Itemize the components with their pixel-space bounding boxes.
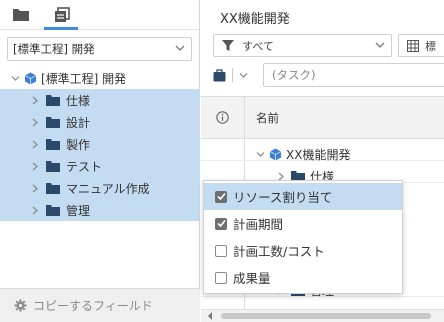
chevron-right-icon[interactable] [30,95,40,105]
filter-icon [222,39,234,51]
chevron-down-icon [375,42,385,48]
left-panel-tabs [0,0,199,30]
task-input-placeholder: (タスク) [272,68,316,82]
folder-tab[interactable] [12,6,30,24]
grid-header: 名前 [201,96,444,139]
project-select[interactable]: [標準工程] 開発 [7,37,192,61]
scroll-left-icon[interactable] [207,312,213,320]
filter-select[interactable]: すべて [213,34,392,57]
chevron-down-icon [239,72,248,78]
folder-icon [46,160,60,172]
horizontal-scrollbar[interactable] [201,309,444,322]
bag-icon [213,68,226,81]
tree-root-node[interactable]: [標準工程] 開発 [0,67,200,89]
tree-item[interactable]: テスト [0,155,200,177]
chevron-down-icon [175,45,185,51]
option-label: 計画期間 [233,217,284,232]
check-icon [216,219,226,228]
info-icon [216,111,229,124]
folder-icon [46,204,60,216]
tree-item-label: 設計 [66,115,91,130]
folder-icon [46,116,60,128]
tree-item-label: マニュアル作成 [66,181,150,196]
project-tree: [標準工程] 開発 仕様 設計 製作 テスト マニュアル作成 管理 [0,67,200,221]
view-button-label: 標 [425,39,436,53]
cube-icon [24,72,37,84]
copy-fields-button[interactable]: コピーするフィールド [0,288,200,322]
option-checkbox[interactable] [215,217,227,230]
folder-icon [46,138,60,150]
folder-icon [46,182,60,194]
chevron-right-icon[interactable] [30,139,40,149]
tree-item[interactable]: マニュアル作成 [0,177,200,199]
option-label: 計画工数/コスト [233,244,325,259]
grid-root-label: XX機能開発 [286,148,351,162]
active-tab-indicator [44,27,78,30]
info-column-header[interactable] [201,97,245,138]
grid-root-node[interactable]: XX機能開発 [256,146,350,163]
option-deliverable-amount[interactable]: 成果量 [204,264,402,291]
chevron-down-icon[interactable] [10,73,20,83]
option-plan-period[interactable]: 計画期間 [204,210,402,237]
column-options-dropdown: リソース割り当て 計画期間 計画工数/コスト 成果量 [203,180,403,294]
tree-item-label: 製作 [66,137,91,152]
filter-select-value: すべて [242,39,274,53]
gear-icon [14,299,27,312]
option-checkbox[interactable] [215,271,227,284]
option-resource-allocation[interactable]: リソース割り当て [204,183,402,210]
tree-item[interactable]: 製作 [0,133,200,155]
check-icon [216,192,226,201]
tree-item[interactable]: 仕様 [0,89,200,111]
view-button[interactable]: 標 [398,34,444,57]
page-title: XX機能開発 [220,12,290,27]
tree-item-label: 管理 [66,203,91,218]
folder-icon [13,9,29,21]
left-panel: [標準工程] 開発 [標準工程] 開発 仕様 設計 製作 テスト マニュアル作成… [0,0,200,322]
task-type-selector[interactable] [213,63,248,87]
scrollbar-thumb[interactable] [221,313,431,319]
option-plan-effort-cost[interactable]: 計画工数/コスト [204,237,402,264]
tree-item[interactable]: 管理 [0,199,200,221]
name-column-header[interactable]: 名前 [256,110,279,126]
chevron-right-icon[interactable] [30,161,40,171]
option-checkbox[interactable] [215,190,227,203]
tree-item-label: 仕様 [66,93,91,108]
option-label: リソース割り当て [233,190,333,205]
tree-root-label: [標準工程] 開発 [41,71,127,86]
tree-item-label: テスト [66,159,103,174]
copy-icon [55,7,70,22]
chevron-right-icon[interactable] [30,183,40,193]
grid-icon [407,39,419,52]
copy-fields-label: コピーするフィールド [33,299,153,313]
project-select-value: [標準工程] 開発 [13,42,95,56]
option-label: 成果量 [233,271,271,286]
folder-icon [46,94,60,106]
tree-item[interactable]: 設計 [0,111,200,133]
app-window: [標準工程] 開発 [標準工程] 開発 仕様 設計 製作 テスト マニュアル作成… [0,0,444,322]
chevron-down-icon[interactable] [256,150,265,159]
chevron-right-icon[interactable] [30,205,40,215]
option-checkbox[interactable] [215,244,227,257]
cube-icon [269,148,282,161]
copy-tab[interactable] [53,6,71,24]
chevron-right-icon[interactable] [30,117,40,127]
separator [232,68,233,82]
task-input[interactable]: (タスク) [263,63,444,87]
